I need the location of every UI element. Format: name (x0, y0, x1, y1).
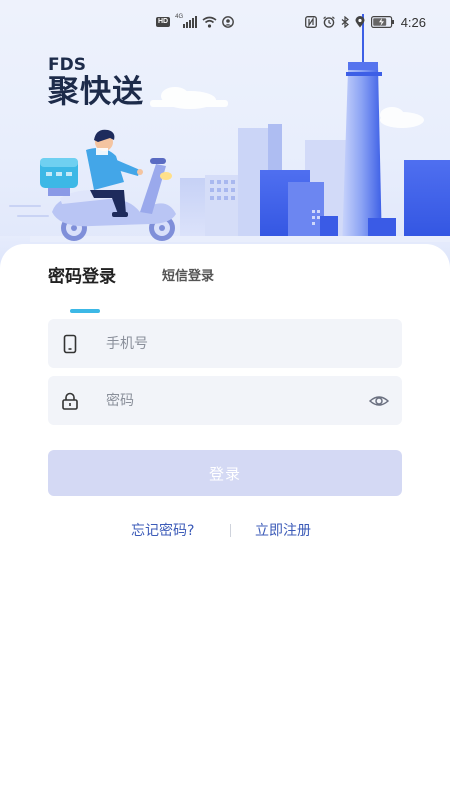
tab-password-login[interactable]: 密码登录 (48, 262, 116, 287)
wifi-icon (202, 16, 217, 28)
clock-time: 4:26 (400, 14, 426, 30)
register-link[interactable]: 立即注册 (255, 520, 311, 540)
phone-icon (63, 334, 77, 354)
logo-app-name: 聚快送 (48, 74, 144, 110)
location-icon (355, 16, 365, 28)
login-button[interactable]: 登录 (48, 450, 402, 496)
scooter-rider-illustration (40, 129, 176, 241)
logo-fds-text: FDS (48, 55, 86, 75)
eye-icon[interactable] (368, 391, 390, 411)
status-bar: HD 4G 4:26 (0, 0, 450, 44)
phone-field[interactable] (48, 319, 402, 368)
network-type: 4G (175, 14, 184, 20)
battery-charging-icon (370, 16, 394, 28)
lock-icon (62, 392, 78, 410)
login-card: 密码登录 短信登录 登录 忘 (0, 244, 450, 800)
password-input[interactable] (106, 376, 356, 425)
phone-input[interactable] (106, 319, 356, 368)
nfc-icon (304, 16, 317, 28)
hero-banner: HD 4G 4:26 FDS 聚快送 (0, 0, 450, 275)
bluetooth-icon (341, 16, 349, 28)
login-screen: HD 4G 4:26 FDS 聚快送 密码登录 短信登录 手机号 登录 忘记密码… (0, 0, 450, 800)
status-right-indicators: 4:26 (304, 14, 426, 30)
alarm-icon (322, 16, 335, 28)
forgot-password-link[interactable]: 忘记密码? (131, 520, 194, 540)
password-field[interactable] (48, 376, 402, 425)
hd-badge: HD (156, 17, 171, 27)
auth-links: 忘记密码? 立即注册 (0, 520, 450, 542)
status-left-indicators: HD 4G (156, 14, 235, 30)
cloud-shape (150, 87, 228, 109)
active-tab-indicator (70, 309, 100, 313)
link-divider (230, 524, 231, 537)
signal-icon (183, 16, 198, 28)
tab-sms-login[interactable]: 短信登录 (162, 265, 214, 284)
brand-logo: FDS 聚快送 (48, 56, 144, 110)
account-icon (222, 16, 235, 28)
